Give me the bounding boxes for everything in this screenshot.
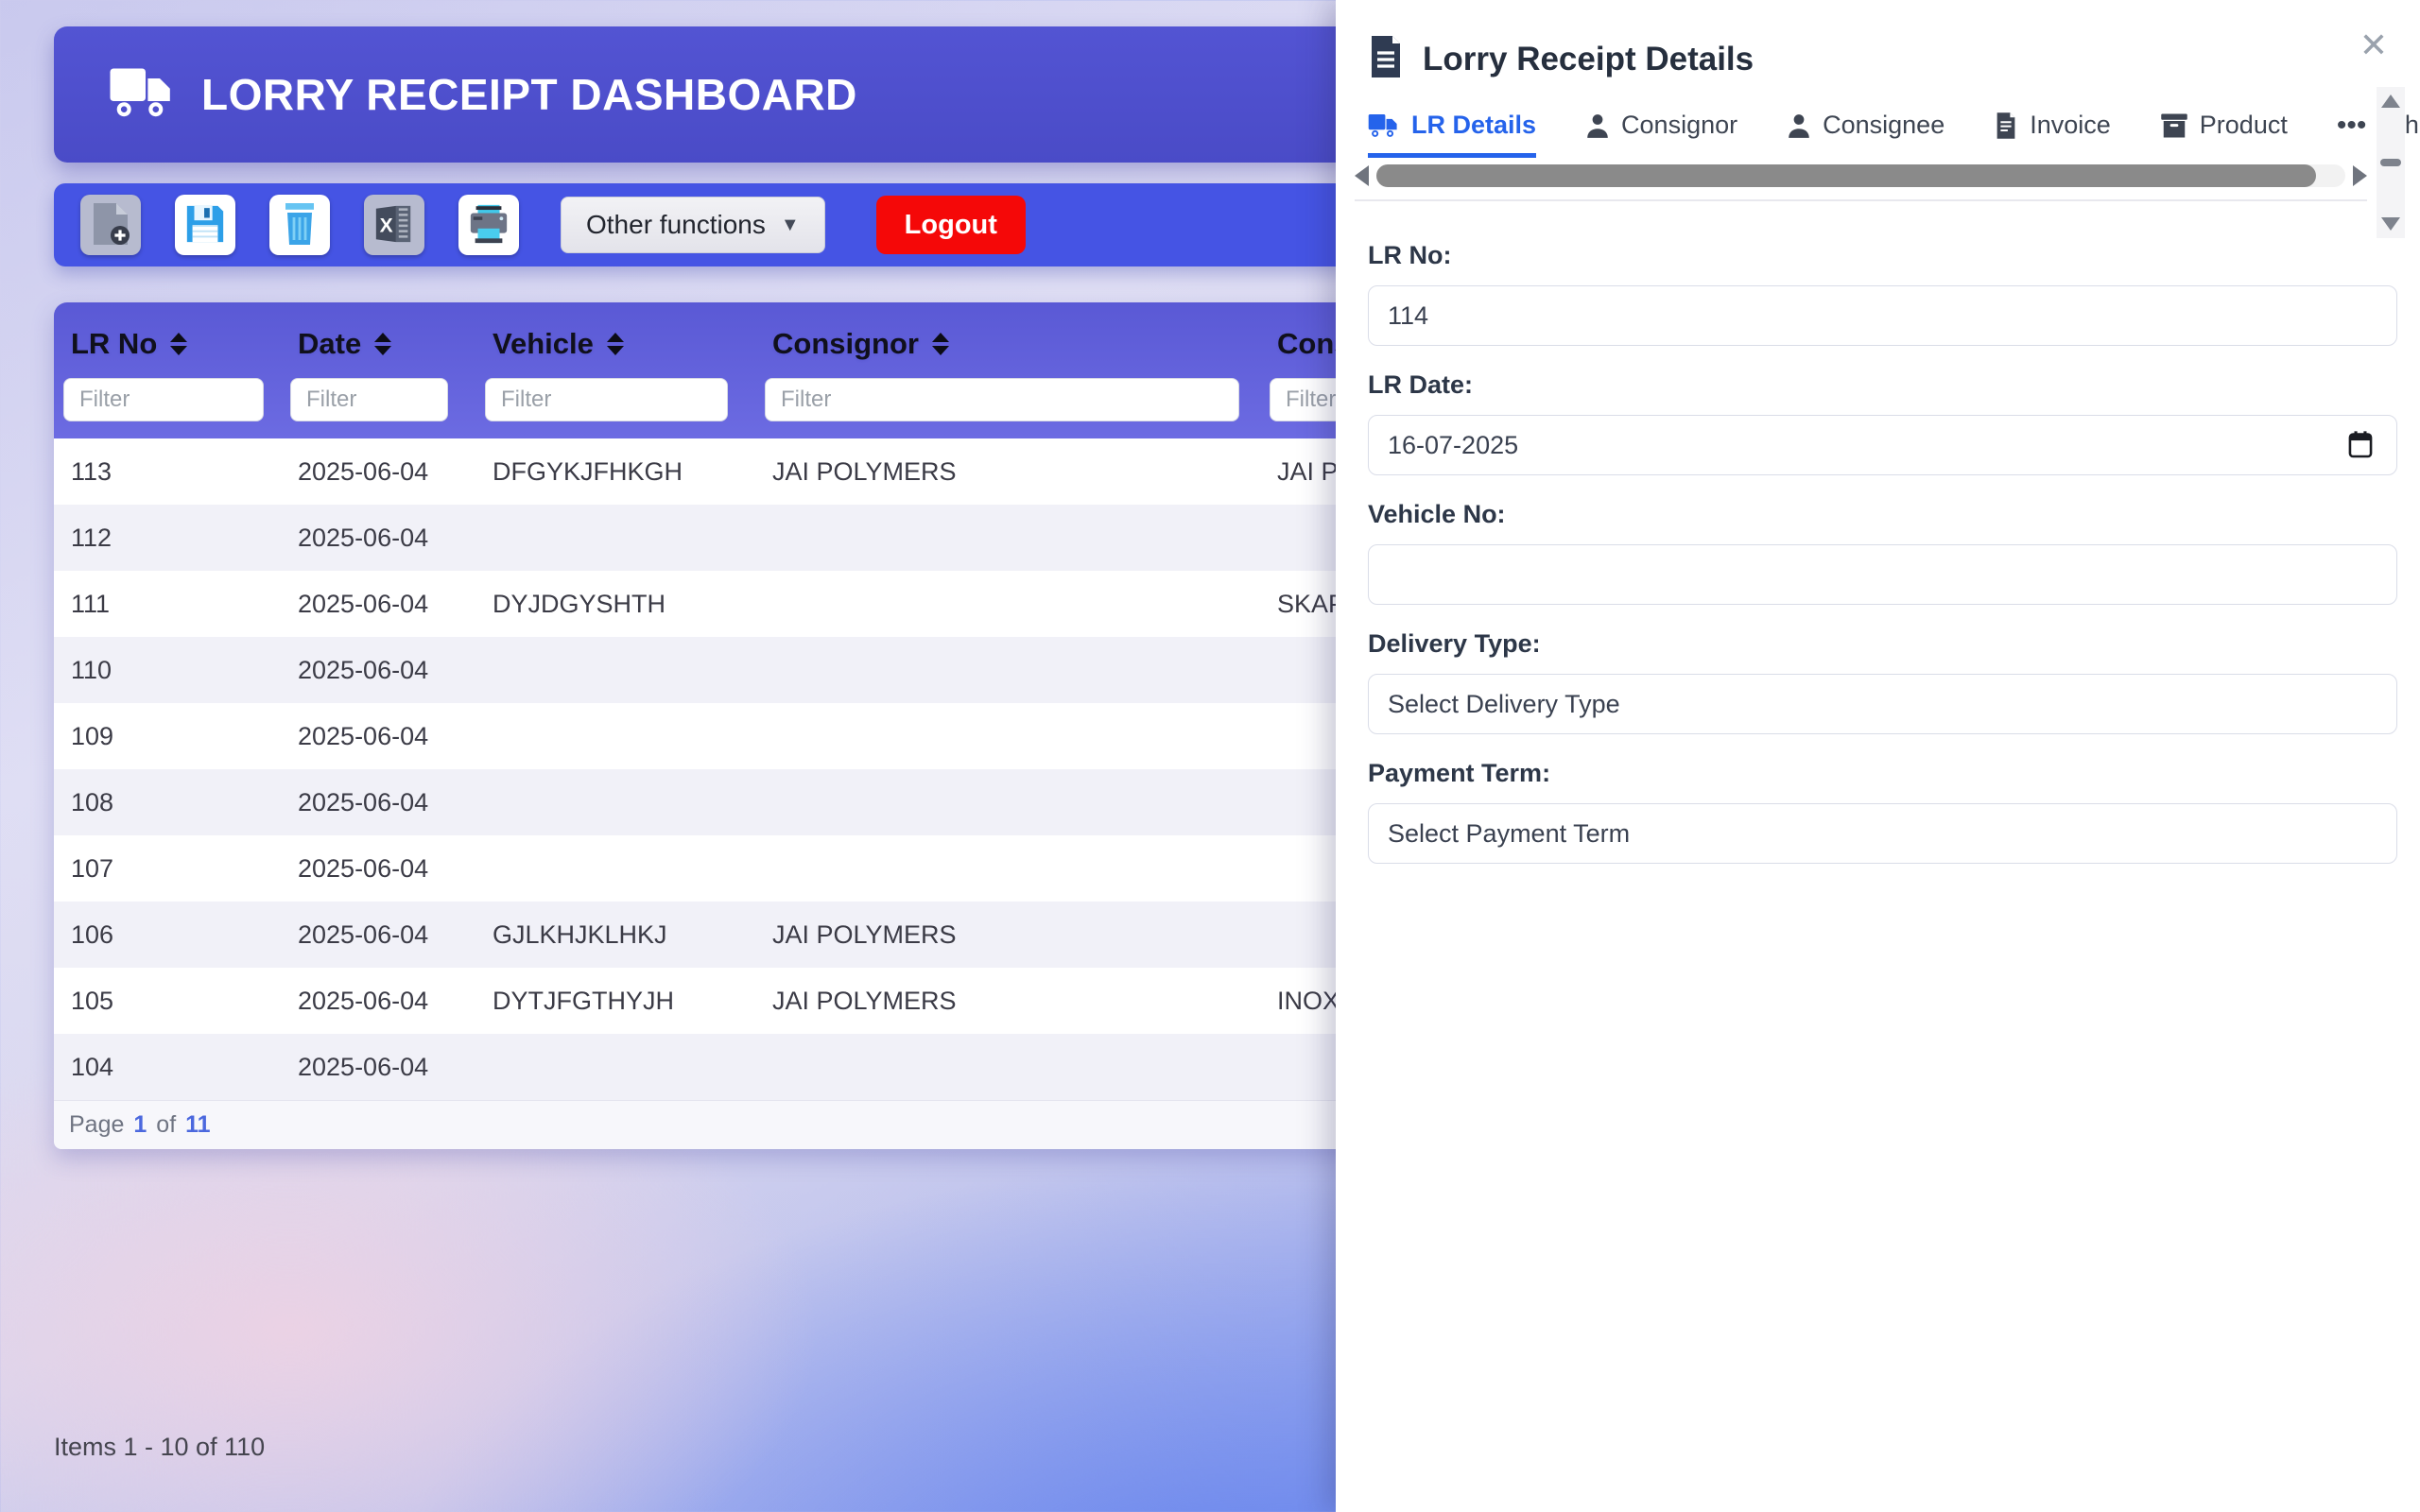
page-title: LORRY RECEIPT DASHBOARD <box>201 69 857 120</box>
invoice-icon <box>1994 112 2018 140</box>
column-header-lr-no[interactable]: LR No <box>54 327 281 361</box>
person-icon <box>1787 112 1811 139</box>
pagination-current-page: 1 <box>133 1111 147 1139</box>
lr-date-input[interactable] <box>1368 415 2397 475</box>
svg-text:X: X <box>380 215 393 236</box>
sort-icon[interactable] <box>170 333 187 355</box>
person-icon <box>1585 112 1610 139</box>
panel-header: Lorry Receipt Details <box>1336 0 2420 84</box>
payment-term-select[interactable]: Select Payment Term <box>1368 803 2397 864</box>
new-document-button[interactable] <box>80 195 141 255</box>
sort-icon[interactable] <box>374 333 391 355</box>
close-icon[interactable]: ✕ <box>2360 28 2388 62</box>
delete-button[interactable] <box>269 195 330 255</box>
filter-input-consignor[interactable] <box>765 378 1239 421</box>
chevron-down-icon: ▼ <box>781 215 800 236</box>
scroll-right-icon[interactable] <box>2353 165 2367 186</box>
save-icon <box>183 202 227 249</box>
other-functions-button[interactable]: Other functions ▼ <box>561 197 825 253</box>
print-button[interactable] <box>458 195 519 255</box>
pagination-label: Page <box>69 1111 124 1139</box>
truck-icon <box>109 65 177 125</box>
vertical-scroll-thumb[interactable] <box>2380 159 2401 166</box>
panel-title: Lorry Receipt Details <box>1423 41 1754 78</box>
product-icon <box>2160 112 2188 139</box>
filter-input-date[interactable] <box>290 378 448 421</box>
ellipsis-icon: ••• <box>2337 119 2367 132</box>
tabs-scrollbar-area <box>1355 162 2367 201</box>
tab-lr-details[interactable]: LR Details <box>1368 111 1536 158</box>
lr-no-label: LR No: <box>1368 241 2397 270</box>
tab-consignee[interactable]: Consignee <box>1787 111 1945 158</box>
lr-details-panel: ✕ Lorry Receipt Details LR Details <box>1336 0 2420 1512</box>
column-header-date[interactable]: Date <box>281 327 475 361</box>
items-summary: Items 1 - 10 of 110 <box>54 1433 265 1462</box>
excel-icon: X <box>372 202 416 249</box>
trash-icon <box>281 201 319 249</box>
truck-icon <box>1368 112 1400 139</box>
scroll-up-icon[interactable] <box>2381 94 2400 108</box>
printer-icon <box>467 202 510 249</box>
vehicle-no-input[interactable] <box>1368 544 2397 605</box>
new-document-icon <box>90 201 131 249</box>
lr-date-label: LR Date: <box>1368 370 2397 400</box>
delivery-type-select[interactable]: Select Delivery Type <box>1368 674 2397 734</box>
lr-no-input[interactable] <box>1368 285 2397 346</box>
sort-icon[interactable] <box>932 333 949 355</box>
tab-product[interactable]: Product <box>2160 111 2288 158</box>
panel-tabs: LR Details Consignor Consignee Invoice <box>1368 109 2420 158</box>
vertical-scrollbar[interactable] <box>2377 87 2405 238</box>
save-button[interactable] <box>175 195 235 255</box>
excel-export-button[interactable]: X <box>364 195 424 255</box>
other-functions-label: Other functions <box>586 210 766 240</box>
filter-input-lr-no[interactable] <box>63 378 264 421</box>
pagination-of-label: of <box>156 1111 176 1139</box>
scroll-down-icon[interactable] <box>2381 217 2400 231</box>
pagination-total-pages: 11 <box>185 1111 210 1139</box>
delivery-type-label: Delivery Type: <box>1368 629 2397 659</box>
tab-consignor[interactable]: Consignor <box>1585 111 1737 158</box>
document-icon <box>1368 34 1404 84</box>
filter-input-vehicle[interactable] <box>485 378 728 421</box>
sort-icon[interactable] <box>607 333 624 355</box>
column-header-vehicle[interactable]: Vehicle <box>475 327 755 361</box>
column-header-consignor[interactable]: Consignor <box>755 327 1260 361</box>
scroll-left-icon[interactable] <box>1355 165 1369 186</box>
calendar-icon[interactable] <box>2348 430 2373 463</box>
logout-button[interactable]: Logout <box>876 196 1026 254</box>
horizontal-scroll-thumb[interactable] <box>1376 164 2316 187</box>
lr-details-form: LR No: LR Date: Vehicle No: <box>1336 201 2420 864</box>
vehicle-no-label: Vehicle No: <box>1368 500 2397 529</box>
horizontal-scrollbar[interactable] <box>1376 164 2345 187</box>
tab-invoice[interactable]: Invoice <box>1994 111 2111 158</box>
payment-term-label: Payment Term: <box>1368 759 2397 788</box>
